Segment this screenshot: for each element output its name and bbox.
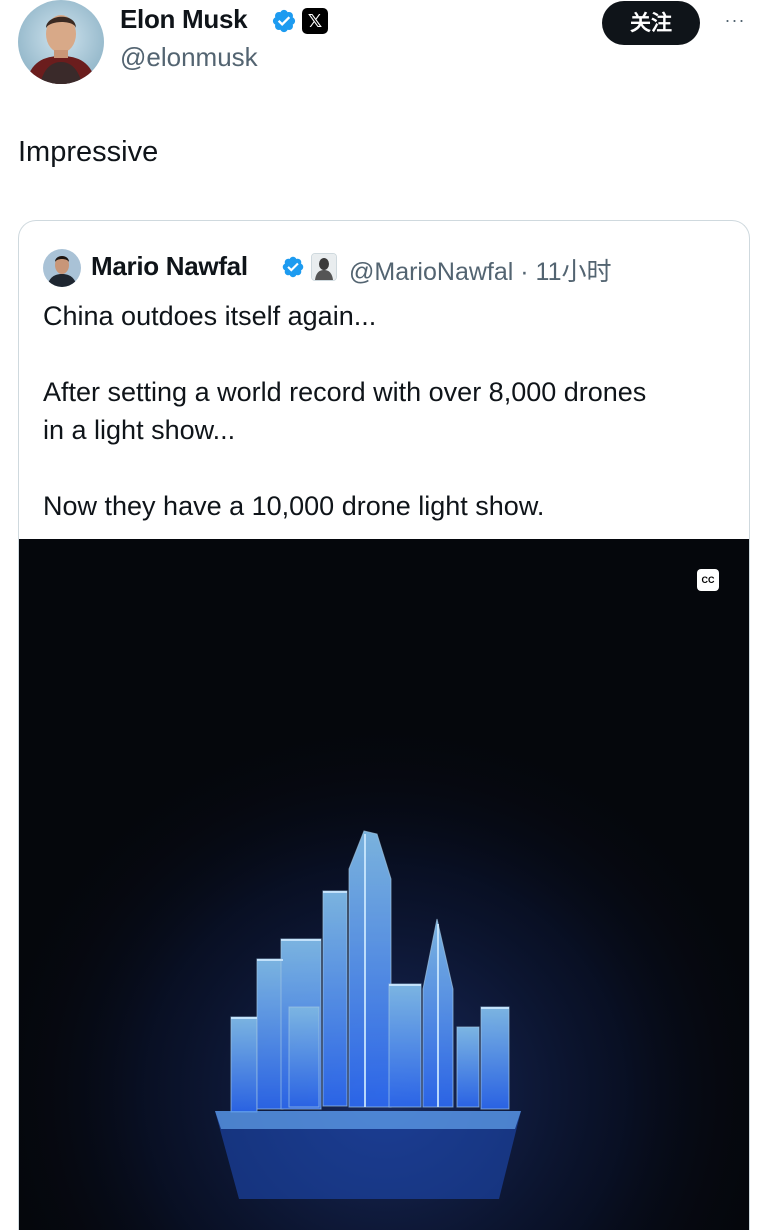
quoted-text-line: Now they have a 10,000 drone light show. xyxy=(43,491,545,521)
quoted-text-line: in a light show... xyxy=(43,415,236,445)
more-options-icon[interactable]: ··· xyxy=(718,8,752,32)
verified-badge-icon xyxy=(282,256,304,278)
author-avatar[interactable] xyxy=(18,0,104,84)
quoted-handle-and-time: @MarioNawfal · 11小时 xyxy=(349,258,612,286)
quoted-author-name[interactable]: Mario Nawfal xyxy=(91,251,248,282)
quoted-author-avatar[interactable] xyxy=(43,249,81,287)
author-handle[interactable]: @elonmusk xyxy=(120,42,258,73)
closed-captions-button[interactable]: CC xyxy=(697,569,719,591)
quoted-post-card[interactable]: Mario Nawfal @MarioNawfal · 11小时 China o… xyxy=(18,220,750,1230)
video-player[interactable]: CC xyxy=(19,539,749,1230)
post-header: Elon Musk 𝕏 @elonmusk 关注 ··· xyxy=(0,0,768,100)
author-name[interactable]: Elon Musk xyxy=(120,4,248,35)
x-affiliate-icon: 𝕏 xyxy=(302,8,328,34)
follow-button[interactable]: 关注 xyxy=(602,1,700,45)
quoted-text-line: China outdoes itself again... xyxy=(43,301,377,331)
verified-badge-icon xyxy=(272,9,296,33)
affiliate-avatar-icon xyxy=(311,253,337,281)
post-text: Impressive xyxy=(18,136,159,168)
drone-light-show-video-frame xyxy=(19,539,749,1230)
quoted-post-text: China outdoes itself again... After sett… xyxy=(43,297,733,525)
quoted-text-line: After setting a world record with over 8… xyxy=(43,377,647,407)
